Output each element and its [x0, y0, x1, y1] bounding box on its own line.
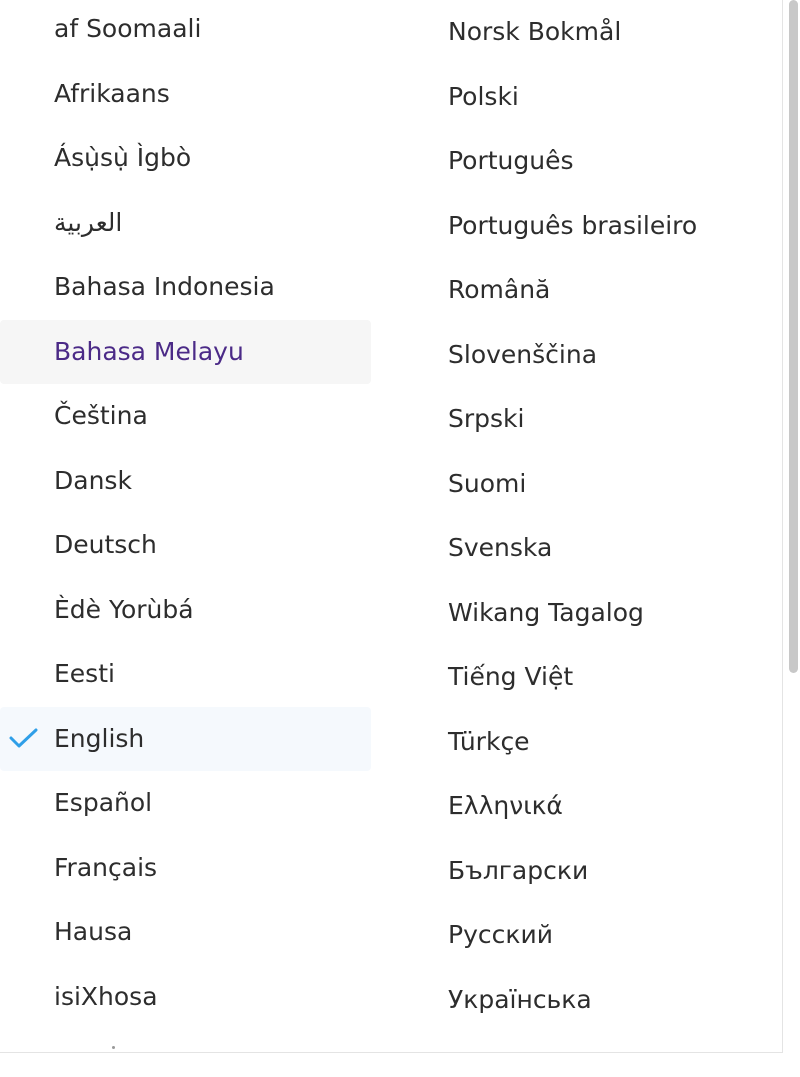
- language-option-label: العربية: [54, 207, 123, 237]
- language-option-label: Български: [448, 855, 589, 885]
- language-option-francais[interactable]: Français: [0, 836, 371, 901]
- language-option-label: Hausa: [54, 917, 133, 946]
- scrollbar-thumb[interactable]: [789, 0, 798, 673]
- language-option-portugues[interactable]: Português: [396, 129, 776, 194]
- language-option-slovenscina[interactable]: Slovenščina: [396, 323, 776, 388]
- language-option-romana[interactable]: Română: [396, 258, 776, 323]
- language-option-afrikaans[interactable]: Afrikaans: [0, 62, 371, 127]
- language-option-lang-right_column-14[interactable]: Русский: [396, 903, 776, 968]
- next-item-peek: [112, 1046, 115, 1049]
- language-option-portugues-brasileiro[interactable]: Português brasileiro: [396, 194, 776, 259]
- language-menu-panel: af Soomaali Afrikaans Ásụ̀sụ̀ Ìgbò العربية B…: [0, 0, 783, 1053]
- language-option-cestina[interactable]: Čeština: [0, 384, 371, 449]
- language-option-norsk-bokmal[interactable]: Norsk Bokmål: [396, 0, 776, 65]
- language-option-label: Türkçe: [448, 726, 530, 756]
- language-option-srpski[interactable]: Srpski: [396, 387, 776, 452]
- language-option-lang-right_column-15[interactable]: Українська: [396, 968, 776, 1033]
- language-option-label: Português: [448, 146, 574, 175]
- language-option-af-soomaali[interactable]: af Soomaali: [0, 0, 371, 62]
- language-option-suomi[interactable]: Suomi: [396, 452, 776, 517]
- language-option-label: Français: [54, 852, 158, 882]
- language-option-label: Tiếng Việt: [448, 662, 574, 691]
- language-option-label: Deutsch: [54, 530, 157, 559]
- language-option-label: Wikang Tagalog: [448, 597, 644, 627]
- check-icon: [9, 728, 38, 748]
- language-option-label: Português brasileiro: [448, 210, 698, 240]
- language-option-label: English: [54, 723, 145, 753]
- language-option-asusu-igbo[interactable]: Ásụ̀sụ̀ Ìgbò: [0, 126, 371, 191]
- language-option-label: Srpski: [448, 404, 525, 433]
- language-option-hausa[interactable]: Hausa: [0, 900, 371, 965]
- language-list-left-column: af Soomaali Afrikaans Ásụ̀sụ̀ Ìgbò العربية B…: [0, 0, 371, 1029]
- language-option-bahasa-indonesia[interactable]: Bahasa Indonesia: [0, 255, 371, 320]
- language-option-isixhosa[interactable]: isiXhosa: [0, 965, 371, 1030]
- scrollbar[interactable]: [785, 0, 800, 1052]
- language-option-label: Slovenščina: [448, 339, 598, 369]
- language-option-english[interactable]: English: [0, 706, 371, 771]
- language-option-label: Čeština: [54, 401, 148, 430]
- language-option-label: af Soomaali: [54, 14, 202, 43]
- language-option-lang-right_column-13[interactable]: Български: [396, 839, 776, 904]
- language-option-label: Dansk: [54, 465, 132, 495]
- language-option-label: Ásụ̀sụ̀ Ìgbò: [54, 143, 192, 172]
- language-option-label: Suomi: [448, 468, 527, 498]
- language-option-label: Svenska: [448, 533, 553, 562]
- language-option-label: Ελληνικά: [448, 791, 563, 820]
- language-option-svenska[interactable]: Svenska: [396, 516, 776, 581]
- language-list-right-column: Norsk Bokmål Polski Português Português bra…: [396, 0, 776, 1032]
- language-option-label: isiXhosa: [54, 981, 158, 1011]
- language-option-eesti[interactable]: Eesti: [0, 642, 371, 707]
- language-option-polski[interactable]: Polski: [396, 65, 776, 130]
- language-option-label: Norsk Bokmål: [448, 17, 622, 46]
- language-option-tieng-viet[interactable]: Tiếng Việt: [396, 645, 776, 710]
- language-option-label: Español: [54, 788, 153, 817]
- language-option-label: Afrikaans: [54, 78, 170, 108]
- language-option-dansk[interactable]: Dansk: [0, 449, 371, 514]
- language-option-lang-right_column-12[interactable]: Ελληνικά: [396, 774, 776, 839]
- language-option-wikang-tagalog[interactable]: Wikang Tagalog: [396, 581, 776, 646]
- language-option-label: Polski: [448, 81, 519, 111]
- language-option-bahasa-melayu[interactable]: Bahasa Melayu: [0, 319, 371, 384]
- language-option-label: Bahasa Indonesia: [54, 272, 275, 301]
- language-option-ede-yoruba[interactable]: Èdè Yorùbá: [0, 578, 371, 643]
- language-option-espanol[interactable]: Español: [0, 771, 371, 836]
- language-option-turkce[interactable]: Türkçe: [396, 710, 776, 775]
- language-option-label: Română: [448, 275, 551, 304]
- language-option-deutsch[interactable]: Deutsch: [0, 513, 371, 578]
- language-option-label: Bahasa Melayu: [54, 336, 244, 366]
- language-option-label: Eesti: [54, 659, 115, 688]
- language-option-label: Èdè Yorùbá: [54, 594, 194, 624]
- language-option-lang-left_column-3[interactable]: العربية: [0, 191, 371, 256]
- language-picker: af Soomaali Afrikaans Ásụ̀sụ̀ Ìgbò العربية B…: [0, 0, 800, 1077]
- language-option-label: Русский: [448, 920, 553, 949]
- language-option-label: Українська: [448, 984, 592, 1014]
